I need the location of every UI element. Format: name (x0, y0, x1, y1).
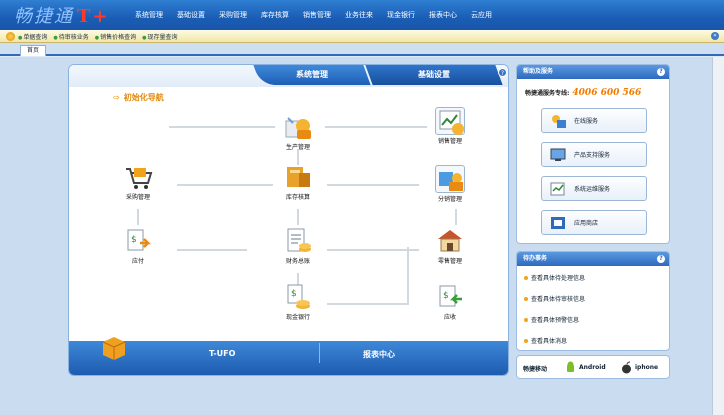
report-center-link[interactable]: 报表中心 (363, 349, 395, 360)
app-window: 畅捷通 T+ 系统管理 基础设置 采购管理 库存核算 销售管理 业务往来 现金银行… (0, 0, 724, 415)
top-bar: 畅捷通 T+ 系统管理 基础设置 采购管理 库存核算 销售管理 业务往来 现金银行… (0, 0, 724, 30)
tab-home[interactable]: 首页 (20, 45, 46, 56)
node-payable[interactable]: $ 应付 (115, 227, 161, 265)
connector (327, 303, 409, 305)
tasks-panel: 待办事务 ? 查看具体待处理信息 查看具体待审核信息 查看具体预警信息 查看具体… (516, 251, 670, 351)
quick-link-document-query[interactable]: 单据查询 (18, 32, 47, 41)
node-receivable[interactable]: $ 应收 (427, 283, 473, 321)
arrow-right-icon: ⇨ (113, 93, 120, 102)
app-store-icon (550, 216, 566, 230)
tasks-panel-toggle-icon[interactable]: ? (657, 255, 665, 263)
product-support-button[interactable]: 产品支持服务 (541, 142, 647, 167)
collapse-icon[interactable]: « (711, 32, 719, 40)
menu-basic-settings[interactable]: 基础设置 (170, 10, 212, 20)
mobile-bar: 畅捷移动 Android iphone (516, 355, 670, 379)
node-sales[interactable]: 销售管理 (427, 107, 473, 145)
app-store-button[interactable]: 应用商店 (541, 210, 647, 235)
iphone-link[interactable]: iphone (635, 364, 658, 371)
connector (169, 126, 275, 128)
monitor-icon (550, 148, 566, 162)
panel-footer: T-UFO 报表中心 (69, 337, 508, 375)
android-icon (565, 361, 576, 376)
connector (177, 184, 273, 186)
mobile-label: 畅捷移动 (523, 366, 548, 373)
svg-text:$: $ (443, 291, 449, 301)
logo-text: 畅捷通 (14, 6, 74, 27)
quick-access-bar: 单据查询 待审核业务 销售价格查询 现存量查询 « (0, 30, 724, 43)
connector (137, 209, 139, 225)
online-service-button[interactable]: 在线服务 (541, 108, 647, 133)
cash-bank-icon: $ (283, 283, 313, 311)
help-panel-toggle-icon[interactable]: ? (657, 68, 665, 76)
receivable-icon: $ (435, 283, 465, 311)
node-finance-ledger[interactable]: 财务总账 (275, 227, 321, 265)
ufo-box-icon[interactable] (99, 333, 129, 363)
help-service-panel: 帮助及服务 ? 畅捷通服务专线: 4006 600 566 在线服务 产品支持服务… (516, 64, 670, 244)
footer-divider (319, 343, 320, 363)
node-purchase[interactable]: 采购管理 (115, 163, 161, 201)
connector (455, 209, 457, 225)
logo-mark: T+ (77, 6, 110, 27)
task-message-link[interactable]: 查看具体消息 (517, 331, 669, 350)
main-menu: 系统管理 基础设置 采购管理 库存核算 销售管理 业务往来 现金银行 报表中心 … (128, 10, 499, 20)
svg-text:$: $ (131, 235, 137, 245)
connector (297, 209, 299, 225)
tab-system-management[interactable]: 系统管理 (253, 65, 371, 85)
quick-link-pending-review[interactable]: 待审核业务 (53, 32, 89, 41)
tab-basic-settings[interactable]: 基础设置 (365, 65, 503, 85)
vertical-scrollbar[interactable] (712, 57, 724, 415)
task-review-link[interactable]: 查看具体待审核信息 (517, 289, 669, 310)
init-navigation-panel: 系统管理 基础设置 ? ⇨ 初始化导航 生产管理 销售管理 采购管理 库存核算 … (68, 64, 509, 376)
connector (407, 247, 409, 303)
inventory-icon (283, 163, 313, 191)
node-store[interactable]: 零售管理 (427, 227, 473, 265)
guide-title: ⇨ 初始化导航 (113, 93, 164, 102)
connector (325, 126, 427, 128)
apple-icon (621, 361, 632, 376)
menu-business[interactable]: 业务往来 (338, 10, 380, 20)
connector (177, 249, 247, 251)
help-panel-header: 帮助及服务 ? (517, 65, 669, 79)
connector (327, 184, 419, 186)
purchase-icon (123, 163, 153, 191)
task-pending-link[interactable]: 查看具体待处理信息 (517, 268, 669, 289)
distribution-icon (435, 165, 465, 193)
node-distribution[interactable]: 分销管理 (427, 165, 473, 203)
system-maintenance-button[interactable]: 系统运维服务 (541, 176, 647, 201)
quick-link-stock-query[interactable]: 现存量查询 (142, 32, 178, 41)
quick-access-icon (6, 32, 15, 41)
node-production[interactable]: 生产管理 (275, 113, 321, 151)
tab-strip: 首页 (0, 43, 724, 56)
tasks-panel-header: 待办事务 ? (517, 252, 669, 266)
store-icon (435, 227, 465, 255)
panel-header: 系统管理 基础设置 ? (69, 65, 508, 87)
menu-cloud[interactable]: 云应用 (464, 10, 499, 20)
menu-reports[interactable]: 报表中心 (422, 10, 464, 20)
menu-sales[interactable]: 销售管理 (296, 10, 338, 20)
sales-icon (435, 107, 465, 135)
maintenance-icon (550, 182, 566, 196)
task-warning-link[interactable]: 查看具体预警信息 (517, 310, 669, 331)
svg-text:$: $ (291, 289, 297, 299)
quick-link-price-query[interactable]: 销售价格查询 (95, 32, 136, 41)
payable-icon: $ (123, 227, 153, 255)
quick-links: 单据查询 待审核业务 销售价格查询 现存量查询 (18, 32, 184, 41)
help-icon[interactable]: ? (498, 68, 507, 77)
menu-purchase[interactable]: 采购管理 (212, 10, 254, 20)
production-icon (283, 113, 313, 141)
android-link[interactable]: Android (579, 364, 606, 371)
menu-cash-bank[interactable]: 现金银行 (380, 10, 422, 20)
node-inventory[interactable]: 库存核算 (275, 163, 321, 201)
menu-system[interactable]: 系统管理 (128, 10, 170, 20)
menu-inventory[interactable]: 库存核算 (254, 10, 296, 20)
app-logo: 畅捷通 T+ (14, 2, 109, 28)
service-hotline: 畅捷通服务专线: 4006 600 566 (525, 88, 642, 98)
node-cash-bank[interactable]: $ 现金银行 (275, 283, 321, 321)
tufo-link[interactable]: T-UFO (209, 349, 235, 358)
connector (327, 249, 419, 251)
ledger-icon (283, 227, 313, 255)
online-service-icon (550, 114, 566, 128)
